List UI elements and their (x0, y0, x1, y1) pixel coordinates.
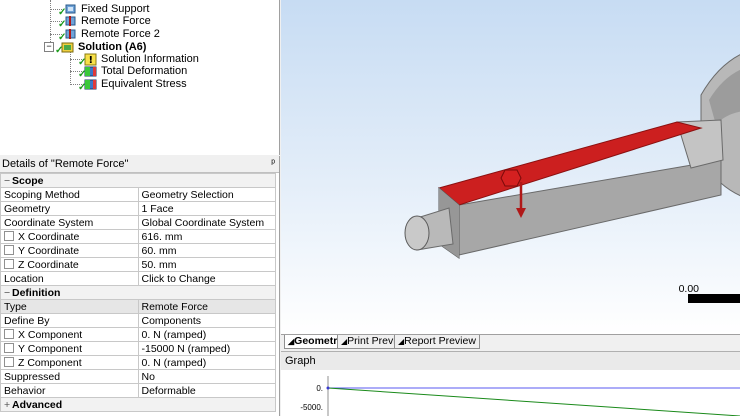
details-title-bar: Details of "Remote Force" ᵖ (0, 156, 279, 173)
property-row[interactable]: Behavior Deformable (0, 383, 276, 398)
property-label: Location (0, 271, 139, 286)
property-value[interactable]: Global Coordinate System (137, 215, 276, 230)
property-value[interactable]: -15000 N (ramped) (137, 341, 276, 356)
property-row[interactable]: Z Component 0. N (ramped) (0, 355, 276, 370)
property-label: Geometry (0, 201, 139, 216)
property-row[interactable]: Scoping Method Geometry Selection (0, 187, 276, 202)
property-row[interactable]: Y Component -15000 N (ramped) (0, 341, 276, 356)
property-value[interactable]: 616. mm (137, 229, 276, 244)
remote-force-icon: ✓ (58, 15, 78, 29)
graph-panel: 0. -5000. (281, 370, 740, 416)
parameter-checkbox[interactable] (4, 258, 14, 269)
property-row[interactable]: X Coordinate 616. mm (0, 229, 276, 244)
tree-connector (70, 52, 71, 85)
group-label: Definition (12, 286, 61, 299)
parameter-checkbox[interactable] (4, 244, 14, 255)
property-label: Y Coordinate (18, 244, 80, 257)
property-label: Type (0, 299, 139, 314)
property-value[interactable]: Geometry Selection (137, 187, 276, 202)
result-icon: ✓ (78, 78, 98, 92)
property-value[interactable]: Components (137, 313, 276, 328)
solution-icon: ✓ (55, 41, 75, 55)
property-row[interactable]: Y Coordinate 60. mm (0, 243, 276, 258)
view-tabs: ◢Geometry ◢Print Preview ◢Report Preview (281, 334, 740, 351)
property-value[interactable]: Click to Change (137, 271, 276, 286)
geometry-viewport[interactable]: 0.00 (281, 0, 740, 334)
shaft-end (404, 215, 430, 251)
collapse-icon[interactable]: − (4, 175, 12, 187)
tree-item-label: Remote Force (81, 15, 151, 28)
expand-icon[interactable]: + (4, 399, 12, 411)
property-label: Z Component (18, 356, 82, 369)
property-value[interactable]: 1 Face (137, 201, 276, 216)
property-value[interactable]: 50. mm (137, 257, 276, 272)
tree-item-equivalent-stress[interactable]: ✓ Equivalent Stress (78, 77, 187, 92)
property-row[interactable]: Z Coordinate 50. mm (0, 257, 276, 272)
property-label: Coordinate System (0, 215, 139, 230)
group-label: Advanced (12, 398, 63, 411)
property-label: Scoping Method (0, 187, 139, 202)
property-label: Behavior (0, 383, 139, 398)
graph-y-tick: -5000. (300, 403, 323, 412)
property-row[interactable]: X Component 0. N (ramped) (0, 327, 276, 342)
tab-report-preview[interactable]: ◢Report Preview (394, 335, 480, 349)
graph-point (326, 386, 330, 390)
group-scope[interactable]: − Scope (0, 173, 276, 188)
graph-load-line (327, 387, 740, 416)
parameter-checkbox[interactable] (4, 328, 14, 339)
property-row[interactable]: Location Click to Change (0, 271, 276, 286)
property-value[interactable]: Deformable (137, 383, 276, 398)
property-row[interactable]: Define By Components (0, 313, 276, 328)
details-panel: Details of "Remote Force" ᵖ − Scope Scopi… (0, 156, 280, 416)
tree-item-remote-force-2[interactable]: ✓ Remote Force 2 (58, 27, 160, 42)
tree-item-total-deformation[interactable]: ✓ Total Deformation (78, 64, 188, 79)
tree-item-label: Total Deformation (101, 65, 188, 78)
group-label: Scope (12, 174, 44, 187)
parameter-checkbox[interactable] (4, 342, 14, 353)
collapse-icon[interactable]: − (4, 287, 12, 299)
group-advanced[interactable]: + Advanced (0, 397, 276, 412)
pin-icon[interactable]: ᵖ (271, 156, 275, 172)
property-label: X Coordinate (18, 230, 80, 243)
collapse-toggle[interactable]: − (44, 42, 54, 52)
details-grid: − Scope Scoping Method Geometry Selection… (0, 173, 276, 412)
graph-y-tick: 0. (316, 384, 323, 393)
parameter-checkbox[interactable] (4, 230, 14, 241)
group-definition[interactable]: − Definition (0, 285, 276, 300)
property-value[interactable]: 0. N (ramped) (137, 355, 276, 370)
property-row[interactable]: Suppressed No (0, 369, 276, 384)
property-value[interactable]: No (137, 369, 276, 384)
property-label: Z Coordinate (18, 258, 79, 271)
property-row[interactable]: Type Remote Force (0, 299, 276, 314)
tree-item-label: Equivalent Stress (101, 78, 187, 91)
property-value[interactable]: Remote Force (137, 299, 276, 314)
property-value[interactable]: 60. mm (137, 243, 276, 258)
force-marker[interactable] (500, 169, 522, 187)
result-icon: ✓ (78, 65, 98, 79)
load-graph: 0. -5000. (300, 376, 740, 416)
model-view[interactable] (281, 0, 740, 334)
remote-force-icon: ✓ (58, 28, 78, 42)
scale-bar (688, 294, 740, 303)
property-label: Y Component (18, 342, 83, 355)
property-value[interactable]: 0. N (ramped) (137, 327, 276, 342)
parameter-checkbox[interactable] (4, 356, 14, 367)
details-title: Details of "Remote Force" (2, 158, 129, 170)
tree-item-remote-force[interactable]: ✓ Remote Force (58, 14, 151, 29)
outline-tree: ✓ Fixed Support ✓ Remote Force ✓ Remote … (0, 0, 280, 155)
property-row[interactable]: Geometry 1 Face (0, 201, 276, 216)
tree-item-label: Remote Force 2 (81, 28, 160, 41)
property-label: Define By (0, 313, 139, 328)
property-label: Suppressed (0, 369, 139, 384)
graph-title: Graph (281, 351, 740, 371)
property-row[interactable]: Coordinate System Global Coordinate Syst… (0, 215, 276, 230)
property-label: X Component (18, 328, 83, 341)
